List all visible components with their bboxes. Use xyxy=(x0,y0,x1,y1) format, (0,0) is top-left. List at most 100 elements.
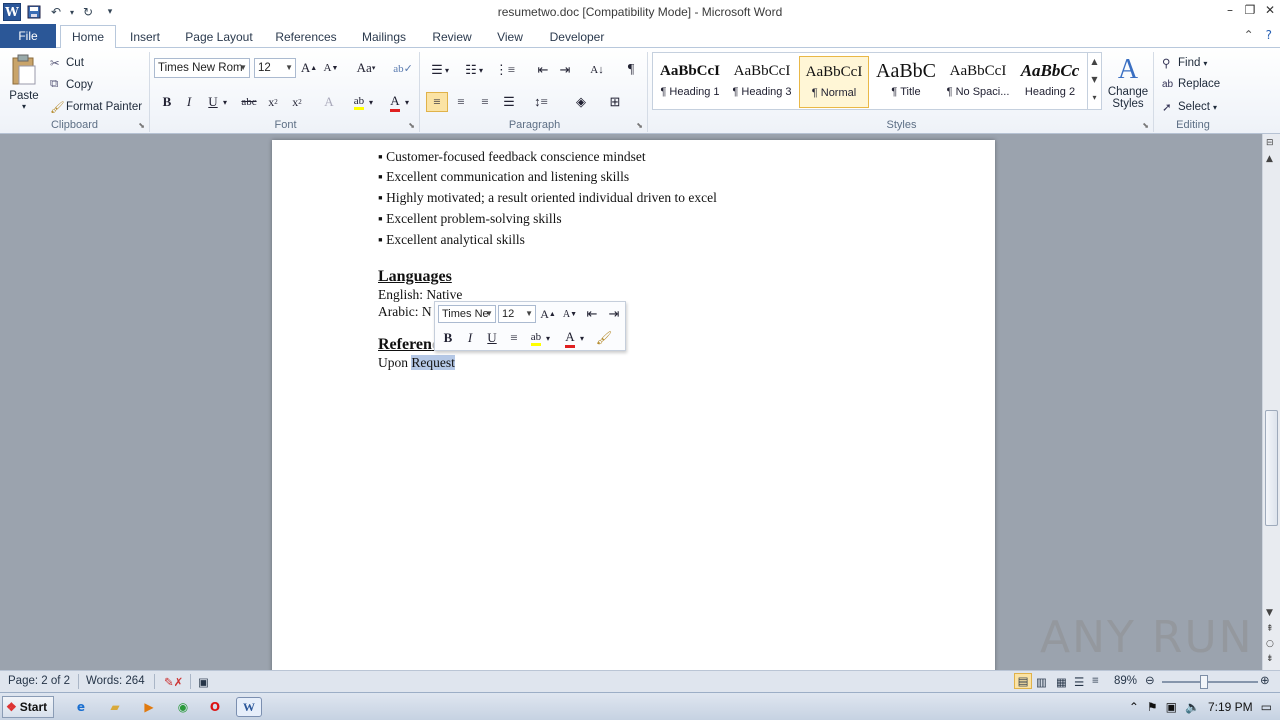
folder-icon[interactable]: ▰ xyxy=(104,697,126,717)
decrease-indent-icon[interactable]: ⇤ xyxy=(532,60,554,80)
full-screen-reading-icon[interactable]: ▥ xyxy=(1036,675,1047,689)
font-color-dropdown-icon[interactable]: ▾ xyxy=(577,328,587,348)
outline-icon[interactable]: ☰ xyxy=(1074,675,1084,689)
line-spacing-icon[interactable]: ↕≡ xyxy=(530,92,552,112)
vertical-scrollbar[interactable]: ⊟ ▲ ▼ ⇞ ○ ⇟ xyxy=(1262,134,1280,670)
grow-font-icon[interactable]: A ▲ xyxy=(298,58,320,78)
tab-view[interactable]: View xyxy=(492,26,528,48)
align-center-icon[interactable]: ≡ xyxy=(450,92,472,112)
styles-launcher-icon[interactable]: ⬊ xyxy=(1142,121,1149,130)
bold-icon[interactable]: B xyxy=(437,328,459,348)
minimize-icon[interactable]: – xyxy=(1220,0,1240,20)
word-app-icon[interactable]: W xyxy=(2,2,22,22)
show-desktop-icon[interactable]: ▭ xyxy=(1261,700,1272,714)
italic-icon[interactable]: I xyxy=(178,92,200,112)
highlight-dropdown-icon[interactable]: ▾ xyxy=(543,328,553,348)
tab-references[interactable]: References xyxy=(272,26,340,48)
clear-formatting-icon[interactable]: ab✓ xyxy=(392,58,414,78)
print-layout-icon[interactable]: ▤ xyxy=(1014,673,1032,689)
increase-indent-icon[interactable]: ⇥ xyxy=(554,60,576,80)
style-heading-3[interactable]: AaBbCcI ¶ Heading 3 xyxy=(727,56,797,108)
numbering-dropdown-icon[interactable]: ▾ xyxy=(476,60,486,80)
style-title[interactable]: AaBbC ¶ Title xyxy=(871,56,941,108)
ruler-toggle-icon[interactable]: ⊟ xyxy=(1266,138,1274,148)
undo-dropdown-icon[interactable]: ▾ xyxy=(68,2,76,22)
volume-icon[interactable]: 🔈 xyxy=(1185,700,1200,714)
flag-icon[interactable]: ⚑ xyxy=(1147,700,1158,714)
mini-size-combo[interactable]: 12 ▼ xyxy=(498,305,536,323)
scroll-down-icon[interactable]: ▼ xyxy=(1266,608,1273,618)
zoom-slider[interactable] xyxy=(1162,681,1258,683)
brush-icon[interactable]: 🖌 xyxy=(593,328,615,348)
start-button[interactable]: ❖ Start xyxy=(2,696,54,718)
change-styles-button[interactable]: A Change Styles xyxy=(1106,54,1150,110)
opera-icon[interactable]: O xyxy=(204,697,226,717)
zoom-slider-thumb[interactable] xyxy=(1200,675,1208,689)
select-browse-object-icon[interactable]: ○ xyxy=(1266,639,1274,649)
decrease-indent-icon[interactable]: ⇤ xyxy=(581,304,603,324)
shrink-font-icon[interactable]: A ▼ xyxy=(320,58,342,78)
word-count[interactable]: Words: 264 xyxy=(86,675,145,687)
superscript-icon[interactable]: x2 xyxy=(286,92,308,112)
font-color-dropdown-icon[interactable]: ▾ xyxy=(402,92,412,112)
tab-home[interactable]: Home xyxy=(60,25,116,49)
align-right-icon[interactable]: ≡ xyxy=(474,92,496,112)
tab-insert[interactable]: Insert xyxy=(124,26,166,48)
zoom-level[interactable]: 89% xyxy=(1114,675,1137,687)
highlight-dropdown-icon[interactable]: ▾ xyxy=(366,92,376,112)
previous-page-icon[interactable]: ⇞ xyxy=(1266,624,1274,634)
increase-indent-icon[interactable]: ⇥ xyxy=(603,304,625,324)
tab-developer[interactable]: Developer xyxy=(546,26,608,48)
select-button[interactable]: ➚ Select ▾ xyxy=(1162,100,1217,114)
multilevel-list-icon[interactable]: ⋮≡ xyxy=(494,60,516,80)
tab-mailings[interactable]: Mailings xyxy=(356,26,412,48)
font-size-combo[interactable]: 12 ▼ xyxy=(254,58,296,78)
tab-file[interactable]: File xyxy=(0,24,56,48)
copy-button[interactable]: ⧉ Copy xyxy=(50,78,93,91)
internet-explorer-icon[interactable]: e xyxy=(70,697,92,717)
scroll-up-icon[interactable]: ▲ xyxy=(1266,154,1273,164)
style-heading-2[interactable]: AaBbCc Heading 2 xyxy=(1015,56,1085,108)
page-count[interactable]: Page: 2 of 2 xyxy=(8,675,70,687)
center-icon[interactable]: ≡ xyxy=(503,328,525,348)
text-effects-icon[interactable]: A xyxy=(318,92,340,112)
paragraph-launcher-icon[interactable]: ⬊ xyxy=(636,121,643,130)
customize-qat-icon[interactable]: ▾ xyxy=(100,2,120,22)
sort-icon[interactable]: A↓ xyxy=(586,60,608,80)
align-left-icon[interactable]: ≡ xyxy=(426,92,448,112)
replace-button[interactable]: ab Replace xyxy=(1162,78,1220,90)
italic-icon[interactable]: I xyxy=(459,328,481,348)
scrollbar-thumb[interactable] xyxy=(1265,410,1278,526)
underline-icon[interactable]: U xyxy=(481,328,503,348)
justify-icon[interactable]: ☰ xyxy=(498,92,520,112)
styles-scroll[interactable]: ▲ ▼ ▾ xyxy=(1087,53,1101,109)
document-page[interactable]: ▪ Customer-focused feedback conscience m… xyxy=(272,140,995,670)
style-heading-1[interactable]: AaBbCcI ¶ Heading 1 xyxy=(655,56,725,108)
web-layout-icon[interactable]: ▦ xyxy=(1056,675,1067,689)
save-icon[interactable] xyxy=(24,2,44,22)
document-area[interactable]: ▪ Customer-focused feedback conscience m… xyxy=(0,134,1262,670)
format-painter-button[interactable]: 🖌 Format Painter xyxy=(50,100,142,114)
close-icon[interactable]: ✕ xyxy=(1260,0,1280,20)
clock[interactable]: 7:19 PM xyxy=(1208,700,1253,714)
font-family-combo[interactable]: Times New Rom ▼ xyxy=(154,58,250,78)
zoom-in-icon[interactable]: ⊕ xyxy=(1260,673,1270,687)
bullets-dropdown-icon[interactable]: ▾ xyxy=(442,60,452,80)
subscript-icon[interactable]: x2 xyxy=(262,92,284,112)
paste-button[interactable]: Paste ▾ xyxy=(6,54,42,111)
chrome-icon[interactable]: ◉ xyxy=(172,697,194,717)
cut-button[interactable]: ✂ Cut xyxy=(50,56,84,70)
help-icon[interactable]: ? xyxy=(1266,28,1272,42)
show-formatting-marks-icon[interactable]: ¶ xyxy=(620,60,642,80)
undo-icon[interactable]: ↶ xyxy=(46,2,66,22)
proofing-icon[interactable]: ✎✗ xyxy=(164,675,183,689)
mini-font-combo[interactable]: Times Ne ▼ xyxy=(438,305,496,323)
grow-font-icon[interactable]: A ▲ xyxy=(537,304,559,324)
minimize-ribbon-icon[interactable]: ⌃ xyxy=(1244,28,1254,42)
borders-icon[interactable]: ⊞ xyxy=(604,92,626,112)
redo-icon[interactable]: ↻ xyxy=(78,2,98,22)
clipboard-launcher-icon[interactable]: ⬊ xyxy=(138,121,145,130)
shading-icon[interactable]: ◈ xyxy=(570,92,592,112)
font-launcher-icon[interactable]: ⬊ xyxy=(408,121,415,130)
underline-dropdown-icon[interactable]: ▾ xyxy=(220,92,230,112)
